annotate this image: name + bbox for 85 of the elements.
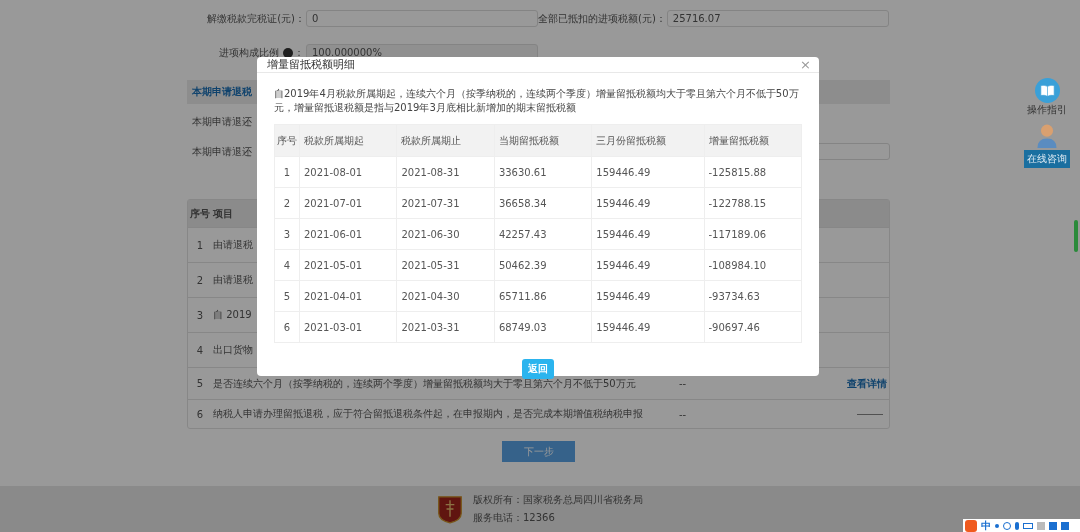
table-cell: 1 xyxy=(274,156,300,188)
table-cell: -93734.63 xyxy=(704,280,802,312)
table-cell-text: 5 xyxy=(195,378,205,389)
table-cell: 2021-07-31 xyxy=(396,187,495,219)
table-cell: 是否连续六个月（按季纳税的，连续两个季度）增量留抵税额均大于零且第六个月不低于50万元 xyxy=(213,377,636,389)
scrollbar-thumb[interactable] xyxy=(1074,220,1078,252)
column-header: 序号 xyxy=(274,124,300,157)
table-cell: 2021-05-31 xyxy=(396,249,495,281)
table-cell: 3 xyxy=(274,218,300,250)
table-cell: 6 xyxy=(274,311,300,343)
table-cell: 2021-05-01 xyxy=(299,249,397,281)
column-header: 三月份留抵税额 xyxy=(591,124,704,157)
table-cell: 159446.49 xyxy=(591,311,704,343)
view-details-link[interactable]: 查看详情 xyxy=(847,376,887,391)
table-cell: 由请退税 xyxy=(213,239,253,250)
column-header: 项目 xyxy=(213,207,233,219)
keyboard-icon[interactable] xyxy=(1023,522,1033,529)
table-cell: 50462.39 xyxy=(494,249,592,281)
table-cell: -108984.10 xyxy=(704,249,802,281)
table-cell: 2021-04-30 xyxy=(396,280,495,312)
field-label: 进项构成比例 xyxy=(219,45,279,59)
table-cell: 由请退税 xyxy=(213,274,253,285)
table-cell: 出口货物 xyxy=(213,344,253,355)
table-cell-text: 3 xyxy=(195,309,205,321)
back-button[interactable]: 返回 xyxy=(522,359,554,379)
input-field[interactable]: 0 xyxy=(306,10,538,27)
table-cell: 68749.03 xyxy=(494,311,592,343)
table-cell: -117189.06 xyxy=(704,218,802,250)
description-text: 自2019年4月税款所属期起，连续六个月（按季纳税的，连续两个季度）增量留抵税额均大于零且第六个月不低于50万元，增量留抵退税额是指与2019年3月底相比新增加的期末留抵税额 xyxy=(274,87,800,115)
help-icon[interactable] xyxy=(283,47,293,58)
table-cell: -- xyxy=(679,378,687,389)
table-cell: 36658.34 xyxy=(494,187,592,219)
section-title: 本期申请退税 xyxy=(192,85,252,99)
field-label: 本期申请退还 xyxy=(191,115,253,129)
book-icon[interactable] xyxy=(1034,78,1060,103)
table-cell: 159446.49 xyxy=(591,218,704,250)
field-label: 全部已抵扣的进项税额(元)： xyxy=(538,11,666,26)
column-header: 当期留抵税额 xyxy=(494,124,592,157)
table-cell: 159446.49 xyxy=(591,249,704,281)
table-cell-text: 4 xyxy=(195,344,205,356)
emblem-icon xyxy=(437,494,463,524)
table-cell: 2021-04-01 xyxy=(299,280,397,312)
footer-text: 版权所有：国家税务总局四川省税务局 xyxy=(473,493,643,507)
table-cell: 自 2019 xyxy=(213,309,252,320)
table-cell: 2021-03-31 xyxy=(396,311,495,343)
table-cell: 2 xyxy=(274,187,300,219)
table-cell: 4 xyxy=(274,249,300,281)
table-cell: 2021-06-30 xyxy=(396,218,495,250)
table-cell: 2021-07-01 xyxy=(299,187,397,219)
guide-label[interactable]: 操作指引 xyxy=(1027,103,1067,117)
ime-logo-icon[interactable] xyxy=(965,519,977,532)
microphone-icon[interactable] xyxy=(1015,521,1019,530)
table-cell: 159446.49 xyxy=(591,156,704,188)
table-cell: 5 xyxy=(274,280,300,312)
colon-text: ： xyxy=(294,45,304,59)
table-cell: 65711.86 xyxy=(494,280,592,312)
table-cell-text: 6 xyxy=(195,408,205,420)
table-cell: 42257.43 xyxy=(494,218,592,250)
online-consult-button[interactable]: 在线咨询 xyxy=(1024,150,1070,168)
table-cell: 2021-06-01 xyxy=(299,218,397,250)
field-label: 本期申请退还 xyxy=(191,144,252,159)
punctuation-icon[interactable] xyxy=(995,523,999,528)
table-cell: -90697.46 xyxy=(704,311,802,343)
table-cell: 纳税人申请办理留抵退税，应于符合留抵退税条件起，在申报期内，是否完成本期增值税纳税申报 xyxy=(213,408,643,419)
dash-line xyxy=(857,413,883,415)
table-cell: -122788.15 xyxy=(704,187,802,219)
input-field[interactable]: 25716.07 xyxy=(666,10,889,27)
table-cell: -125815.88 xyxy=(704,156,802,188)
table-cell: 159446.49 xyxy=(591,187,704,219)
column-header: 增量留抵税额 xyxy=(704,124,802,157)
column-header: 序号 xyxy=(189,206,211,221)
table-cell: 159446.49 xyxy=(591,280,704,312)
table-cell: 2021-08-01 xyxy=(299,156,397,188)
table-cell-text: 1 xyxy=(195,239,205,251)
table-cell: 2021-03-01 xyxy=(299,311,397,343)
table-cell: 33630.61 xyxy=(494,156,592,188)
table-cell: 2021-08-31 xyxy=(396,156,495,188)
close-button[interactable]: × xyxy=(800,57,811,72)
field-label: 解缴税款完税证(元)： xyxy=(207,11,305,26)
input-mode-toggle[interactable]: 中 xyxy=(981,518,991,532)
table-cell-text: 2 xyxy=(195,274,205,286)
footer-text: 服务电话：12366 xyxy=(473,511,556,525)
column-header: 税款所属期起 xyxy=(299,124,397,157)
table-cell: -- xyxy=(679,408,687,420)
column-header: 税款所属期止 xyxy=(396,124,495,157)
